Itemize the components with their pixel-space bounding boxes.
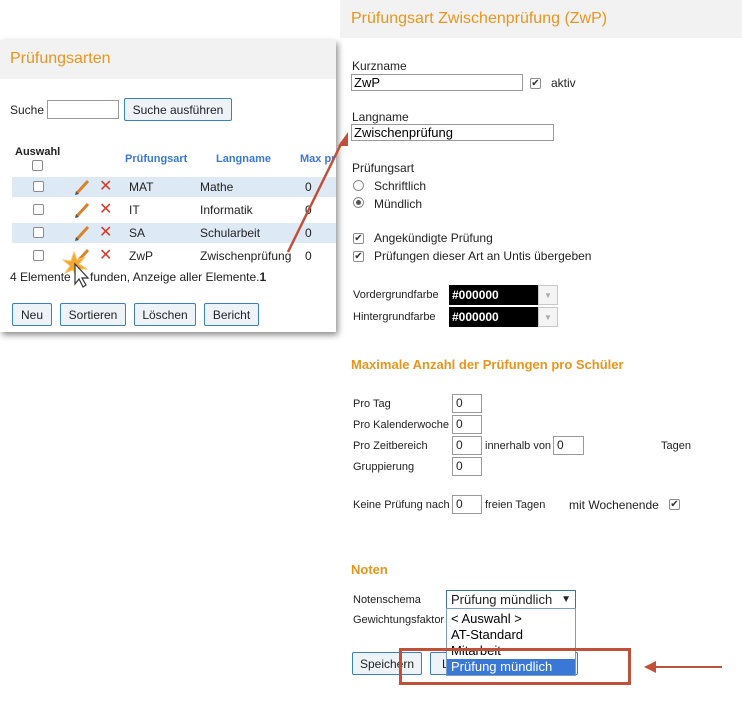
aktiv-label: aktiv	[551, 76, 576, 90]
max-section-title: Maximale Anzahl der Prüfungen pro Schüle…	[351, 357, 624, 372]
status-count: 1	[259, 270, 267, 284]
notenschema-label: Notenschema	[353, 594, 421, 606]
row-checkbox[interactable]	[33, 204, 44, 215]
search-button[interactable]: Suche ausführen	[124, 98, 232, 121]
col-type-header[interactable]: Prüfungsart	[125, 153, 187, 165]
search-label: Suche	[10, 103, 45, 117]
tagen-label: Tagen	[661, 440, 691, 452]
pro-woche-label: Pro Kalenderwoche	[353, 419, 450, 431]
search-input[interactable]	[47, 100, 119, 119]
panel-title: Prüfungsarten	[10, 50, 111, 67]
row-checkbox[interactable]	[33, 227, 44, 238]
innerhalb-input[interactable]: 0	[553, 436, 584, 455]
col-select-header: Auswahl	[15, 146, 61, 158]
radio-muendlich-label: Mündlich	[374, 197, 423, 211]
highlight-frame	[399, 648, 631, 685]
pro-tag-label: Pro Tag	[353, 398, 391, 410]
annotation-arrow-icon	[286, 132, 348, 253]
notenschema-value: Prüfung mündlich	[451, 592, 553, 607]
delete-icon[interactable]: ✕	[99, 202, 112, 218]
dropdown-option[interactable]: AT-Standard	[447, 627, 575, 643]
delete-button[interactable]: Löschen	[134, 303, 196, 326]
delete-icon[interactable]: ✕	[99, 248, 112, 264]
wochenende-checkbox[interactable]	[669, 499, 680, 510]
vordergrund-input[interactable]: #000000	[449, 285, 538, 305]
hintergrund-dropdown[interactable]: ▼	[538, 307, 558, 327]
freien-tagen-label: freien Tagen	[485, 499, 546, 511]
hintergrund-input[interactable]: #000000	[449, 307, 538, 327]
wochenende-label: mit Wochenende	[569, 498, 659, 512]
row-short: MAT	[129, 180, 154, 194]
angekuendigt-label: Angekündigte Prüfung	[374, 231, 493, 245]
report-button[interactable]: Bericht	[204, 303, 259, 326]
detail-title: Prüfungsart Zwischenprüfung (ZwP)	[351, 10, 608, 27]
select-all-checkbox[interactable]	[32, 160, 43, 171]
col-longname-header[interactable]: Langname	[216, 153, 271, 165]
gewichtung-label: Gewichtungsfaktor	[353, 614, 445, 626]
delete-icon[interactable]: ✕	[99, 179, 112, 195]
kurzname-input[interactable]: ZwP	[351, 74, 523, 91]
untis-label: Prüfungen dieser Art an Untis übergeben	[374, 249, 592, 263]
radio-schriftlich-label: Schriftlich	[374, 179, 427, 193]
sort-button[interactable]: Sortieren	[60, 303, 126, 326]
row-long: Zwischenprüfung	[200, 249, 292, 263]
langname-input[interactable]: Zwischenprüfung	[351, 124, 554, 141]
click-cursor-icon	[61, 250, 90, 288]
pencil-icon[interactable]	[74, 225, 90, 241]
row-long: Informatik	[200, 203, 253, 217]
hintergrund-label: Hintergrundfarbe	[353, 311, 436, 323]
pruefungsart-label: Prüfungsart	[352, 161, 415, 175]
row-checkbox[interactable]	[33, 250, 44, 261]
row-long: Schularbeit	[200, 226, 261, 240]
row-short: IT	[129, 203, 140, 217]
arrow-left-icon	[644, 661, 722, 673]
keine-pruefung-input[interactable]: 0	[452, 495, 482, 514]
gruppierung-label: Gruppierung	[353, 461, 415, 473]
row-short: SA	[129, 226, 146, 240]
chevron-down-icon: ▼	[561, 594, 571, 605]
innerhalb-label: innerhalb von	[485, 440, 552, 452]
vordergrund-dropdown[interactable]: ▼	[538, 285, 558, 305]
pencil-icon[interactable]	[74, 202, 90, 218]
row-long: Mathe	[200, 180, 234, 194]
row-checkbox[interactable]	[33, 181, 44, 192]
row-short: ZwP	[129, 249, 153, 263]
dropdown-option[interactable]: < Auswahl >	[447, 611, 575, 627]
status-text: 4 Elemente funden, Anzeige aller Element…	[10, 270, 266, 284]
keine-pruefung-label: Keine Prüfung nach	[353, 499, 450, 511]
notenschema-select[interactable]: Prüfung mündlich ▼	[446, 590, 576, 609]
pro-woche-input[interactable]: 0	[452, 415, 482, 434]
vordergrund-label: Vordergrundfarbe	[353, 289, 439, 301]
noten-section-title: Noten	[351, 562, 388, 577]
gruppierung-input[interactable]: 0	[452, 457, 482, 476]
kurzname-label: Kurzname	[352, 59, 407, 73]
langname-label: Langname	[352, 110, 409, 124]
pro-tag-input[interactable]: 0	[452, 394, 482, 413]
delete-icon[interactable]: ✕	[99, 225, 112, 241]
pro-zeitbereich-label: Pro Zeitbereich	[353, 440, 428, 452]
new-button[interactable]: Neu	[12, 303, 52, 326]
pro-zeitbereich-input[interactable]: 0	[452, 436, 482, 455]
status-rest: funden, Anzeige aller Elemente.	[90, 270, 260, 284]
aktiv-checkbox[interactable]	[530, 78, 541, 89]
pencil-icon[interactable]	[74, 179, 90, 195]
